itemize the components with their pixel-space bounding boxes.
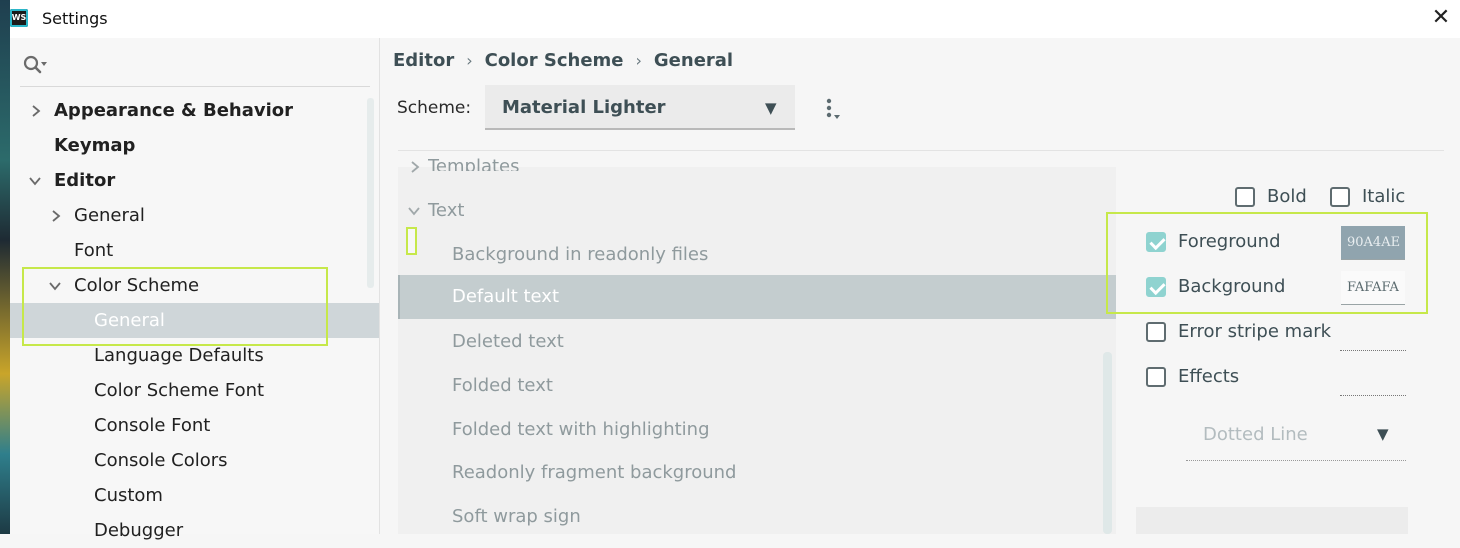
breadcrumb-editor[interactable]: Editor	[393, 46, 454, 76]
effects-color-field[interactable]	[1340, 393, 1406, 396]
breadcrumb-separator: ›	[466, 51, 473, 70]
chevron-right-icon[interactable]	[29, 104, 43, 118]
sidebar-item-console-font[interactable]: Console Font	[94, 408, 210, 443]
settings-search-input[interactable]	[20, 50, 370, 87]
sidebar-item-color-scheme-font[interactable]: Color Scheme Font	[94, 373, 264, 408]
breadcrumb-color-scheme[interactable]: Color Scheme	[485, 46, 624, 76]
sidebar-scrollbar[interactable]	[367, 98, 374, 288]
separator-line	[398, 150, 1444, 151]
chevron-down-icon[interactable]	[28, 174, 42, 188]
sidebar-item-keymap[interactable]: Keymap	[54, 128, 135, 163]
more-options-icon[interactable]	[820, 95, 846, 125]
list-item-soft-wrap-sign[interactable]: Soft wrap sign	[452, 495, 581, 539]
window-title: Settings	[42, 9, 108, 28]
annotation-highlight-box	[1106, 212, 1428, 314]
breadcrumb-separator: ›	[635, 51, 642, 70]
title-bar	[10, 0, 1460, 38]
dropdown-arrow-icon[interactable]: ▼	[765, 98, 777, 118]
list-group-templates[interactable]: Templates	[428, 145, 520, 171]
effects-checkbox[interactable]	[1146, 367, 1166, 387]
chevron-down-icon[interactable]	[407, 204, 421, 218]
effect-type-value[interactable]: Dotted Line	[1203, 423, 1308, 447]
annotation-highlight-box	[22, 267, 328, 346]
italic-label: Italic	[1362, 186, 1406, 207]
annotation-highlight-box	[406, 227, 417, 255]
bold-label: Bold	[1267, 186, 1307, 207]
desktop-background-strip	[0, 0, 10, 534]
sidebar-item-editor-general[interactable]: General	[74, 198, 145, 233]
bold-checkbox[interactable]	[1235, 187, 1255, 207]
dropdown-arrow-icon[interactable]: ▼	[1377, 425, 1389, 443]
error-stripe-checkbox[interactable]	[1146, 322, 1166, 342]
list-item-folded-text-highlighting[interactable]: Folded text with highlighting	[452, 408, 710, 452]
sidebar-item-custom[interactable]: Custom	[94, 478, 163, 513]
sidebar-item-font[interactable]: Font	[74, 233, 113, 268]
list-scrollbar[interactable]	[1103, 352, 1112, 534]
list-item-default-text[interactable]: Default text	[452, 275, 559, 319]
scheme-dropdown-value[interactable]: Material Lighter	[502, 96, 666, 120]
error-stripe-color-field[interactable]	[1340, 348, 1406, 351]
close-window-button[interactable]: ✕	[1428, 4, 1454, 32]
search-icon[interactable]	[22, 53, 48, 77]
italic-checkbox[interactable]	[1330, 187, 1350, 207]
sidebar-item-editor[interactable]: Editor	[54, 163, 115, 198]
webstorm-app-icon: WS	[10, 9, 28, 27]
sidebar-item-debugger[interactable]: Debugger	[94, 513, 183, 548]
list-item-readonly-fragment-bg[interactable]: Readonly fragment background	[452, 451, 736, 495]
chevron-right-icon[interactable]	[408, 160, 422, 174]
list-item-folded-text[interactable]: Folded text	[452, 364, 553, 408]
list-group-text[interactable]: Text	[428, 189, 464, 233]
list-item-deleted-text[interactable]: Deleted text	[452, 320, 564, 364]
chevron-right-icon[interactable]	[49, 209, 63, 223]
sidebar-item-appearance-behavior[interactable]: Appearance & Behavior	[54, 93, 293, 128]
breadcrumb-general: General	[653, 50, 734, 71]
preview-area	[1136, 507, 1408, 534]
list-item-background-readonly[interactable]: Background in readonly files	[452, 233, 708, 277]
error-stripe-label: Error stripe mark	[1178, 321, 1332, 342]
effects-label: Effects	[1178, 366, 1240, 387]
scheme-label: Scheme:	[397, 98, 472, 118]
sidebar-item-console-colors[interactable]: Console Colors	[94, 443, 228, 478]
breadcrumb: Editor › Color Scheme › General	[393, 46, 733, 76]
